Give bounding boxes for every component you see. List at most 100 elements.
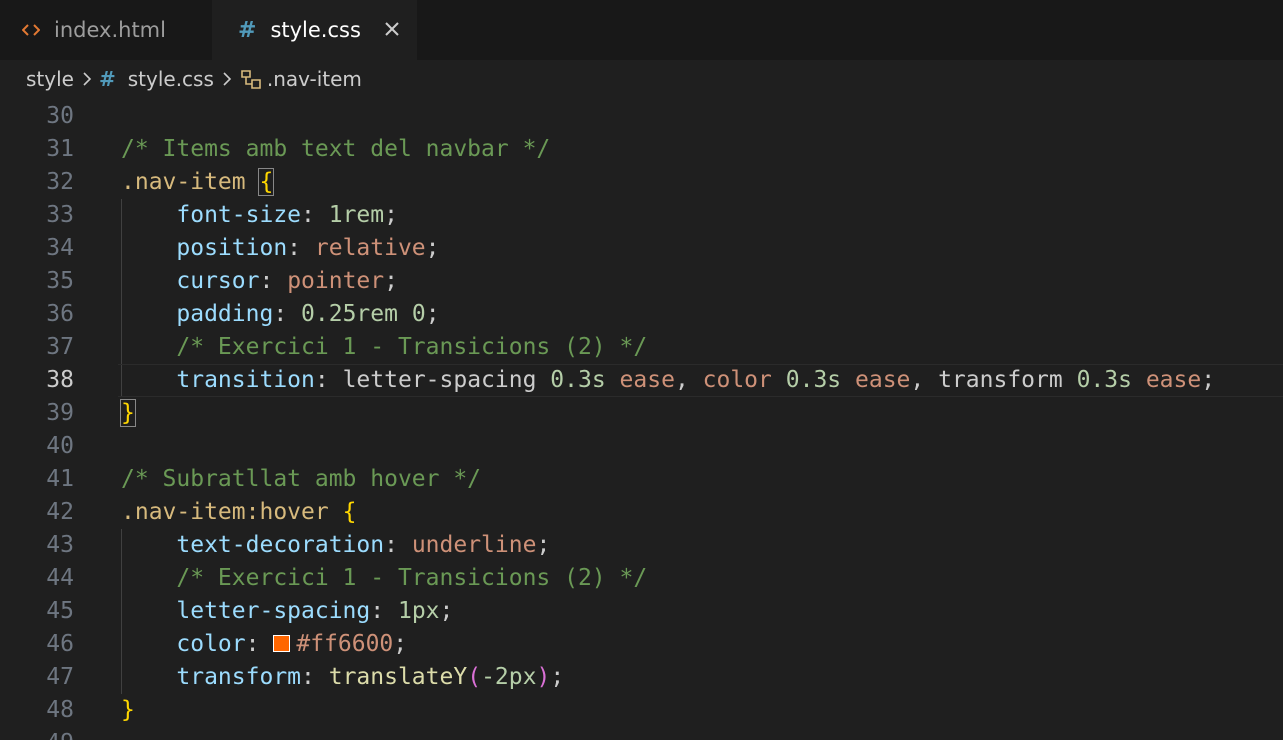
code-token: , bbox=[674, 367, 703, 393]
line-number: 43 bbox=[46, 532, 74, 558]
tab-index-html[interactable]: index.html bbox=[0, 0, 212, 60]
code-line[interactable]: 40 bbox=[0, 430, 1283, 463]
code-token: : bbox=[301, 664, 329, 690]
code-line[interactable]: 44 /* Exercici 1 - Transicions (2) */ bbox=[0, 562, 1283, 595]
line-number: 37 bbox=[46, 334, 74, 360]
close-icon[interactable] bbox=[381, 18, 403, 40]
css-selector-icon bbox=[239, 68, 263, 90]
code-line[interactable]: 47 transform: translateY(-2px); bbox=[0, 661, 1283, 694]
line-code: letter-spacing: 1px; bbox=[121, 595, 453, 628]
code-line[interactable]: 33 font-size: 1rem; bbox=[0, 199, 1283, 232]
code-token: ; bbox=[550, 664, 565, 690]
breadcrumb-file[interactable]: style.css bbox=[128, 67, 214, 91]
code-token: #ff6600 bbox=[296, 631, 394, 657]
line-number: 33 bbox=[46, 202, 74, 228]
code-token: , transform bbox=[910, 367, 1077, 393]
breadcrumb-symbol[interactable]: .nav-item bbox=[267, 67, 362, 91]
code-editor[interactable]: 30 31 /* Items amb text del navbar */ 32 .na… bbox=[0, 100, 1283, 740]
line-number: 41 bbox=[46, 466, 74, 492]
code-line[interactable]: 43 text-decoration: underline; bbox=[0, 529, 1283, 562]
code-line[interactable]: 37 /* Exercici 1 - Transicions (2) */ bbox=[0, 331, 1283, 364]
css-hash-icon: # bbox=[238, 17, 257, 43]
css-hash-icon: # bbox=[98, 67, 116, 91]
code-line[interactable]: 34 position: relative; bbox=[0, 232, 1283, 265]
code-line[interactable]: 39} bbox=[0, 397, 1283, 430]
line-code: } bbox=[121, 694, 135, 727]
code-line[interactable]: 36 padding: 0.25rem 0; bbox=[0, 298, 1283, 331]
code-token: ( bbox=[467, 664, 482, 690]
tab-label: index.html bbox=[54, 18, 166, 42]
line-number: 31 bbox=[46, 136, 74, 162]
code-token: cursor bbox=[176, 268, 260, 294]
line-number: 36 bbox=[46, 301, 74, 327]
code-token: ; bbox=[393, 631, 408, 657]
code-token: transition bbox=[176, 367, 315, 393]
line-code: text-decoration: underline; bbox=[121, 529, 550, 562]
code-token: underline bbox=[411, 532, 537, 558]
code-token: ; bbox=[384, 268, 398, 294]
line-number: 48 bbox=[46, 697, 74, 723]
html-code-icon bbox=[22, 22, 40, 38]
line-code: /* Subratllat amb hover */ bbox=[121, 463, 481, 496]
breadcrumb: style # style.css .nav-item bbox=[0, 60, 1283, 98]
line-number: 45 bbox=[46, 598, 74, 624]
breadcrumb-folder[interactable]: style bbox=[26, 67, 74, 91]
code-token: } bbox=[121, 697, 135, 723]
line-number: 39 bbox=[46, 400, 74, 426]
code-token: : bbox=[384, 532, 412, 558]
code-token: color bbox=[176, 631, 246, 657]
code-line[interactable]: 32 .nav-item { bbox=[0, 166, 1283, 199]
code-token: text-decoration bbox=[176, 532, 385, 558]
code-token: position bbox=[176, 235, 288, 261]
code-token: /* Items amb text del navbar */ bbox=[121, 136, 551, 162]
code-line[interactable]: 31 /* Items amb text del navbar */ bbox=[0, 133, 1283, 166]
code-token: letter-spacing bbox=[176, 598, 371, 624]
line-number: 46 bbox=[46, 631, 74, 657]
code-token: 0.3s bbox=[785, 367, 842, 393]
line-code: font-size: 1rem; bbox=[121, 199, 398, 232]
code-line[interactable]: 42 .nav-item:hover { bbox=[0, 496, 1283, 529]
color-swatch[interactable] bbox=[273, 635, 291, 652]
code-line[interactable]: 30 bbox=[0, 100, 1283, 133]
line-number: 47 bbox=[46, 664, 74, 690]
tab-bar: index.html # style.css bbox=[0, 0, 1283, 60]
code-token: -2px bbox=[481, 664, 537, 690]
code-token: transform bbox=[176, 664, 302, 690]
code-line[interactable]: 48} bbox=[0, 694, 1283, 727]
code-token: ; bbox=[425, 301, 440, 327]
line-number: 32 bbox=[46, 169, 74, 195]
code-token: /* Exercici 1 - Transicions (2) */ bbox=[176, 334, 648, 360]
code-token: { bbox=[258, 168, 275, 196]
code-token: ; bbox=[384, 202, 398, 228]
line-code: } bbox=[120, 397, 136, 430]
tab-style-css[interactable]: # style.css bbox=[212, 0, 417, 60]
code-token: ) bbox=[536, 664, 551, 690]
code-token: : bbox=[370, 598, 398, 624]
code-line[interactable]: 35 cursor: pointer; bbox=[0, 265, 1283, 298]
code-line[interactable]: 41 /* Subratllat amb hover */ bbox=[0, 463, 1283, 496]
code-line[interactable]: 46 color: #ff6600; bbox=[0, 628, 1283, 661]
line-number: 38 bbox=[46, 367, 74, 393]
code-token: padding bbox=[176, 301, 274, 327]
code-token: : bbox=[245, 631, 274, 657]
code-token: 1rem bbox=[328, 202, 385, 228]
line-number: 35 bbox=[46, 268, 74, 294]
code-line[interactable]: 38 transition: letter-spacing 0.3s ease,… bbox=[0, 364, 1283, 397]
code-token: /* Exercici 1 - Transicions (2) */ bbox=[176, 565, 648, 591]
chevron-right-icon bbox=[82, 71, 92, 87]
code-line[interactable]: 45 letter-spacing: 1px; bbox=[0, 595, 1283, 628]
code-token: : bbox=[287, 235, 315, 261]
code-line[interactable]: 49 bbox=[0, 727, 1283, 740]
line-code: padding: 0.25rem 0; bbox=[121, 298, 440, 331]
